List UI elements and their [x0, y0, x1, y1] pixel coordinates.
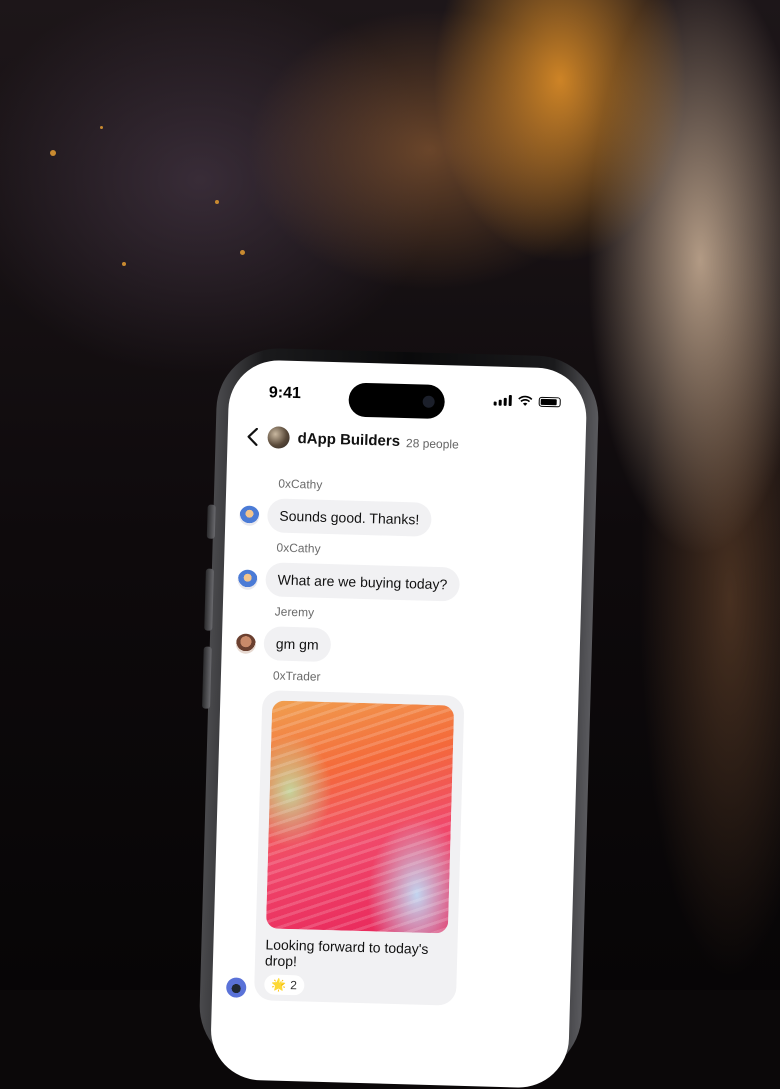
gold-fleck: [100, 126, 103, 129]
reaction-count: 2: [290, 978, 298, 993]
gold-fleck: [122, 262, 126, 266]
avatar[interactable]: [237, 569, 258, 590]
gold-fleck: [240, 250, 245, 255]
phone-frame: 9:41 dApp Builders 28 people 0xCathy Sou…: [198, 346, 600, 1089]
message-bubble[interactable]: Sounds good. Thanks!: [266, 498, 432, 537]
message-sender: 0xCathy: [276, 540, 321, 556]
message-bubble[interactable]: What are we buying today?: [265, 562, 460, 602]
mute-switch: [206, 504, 216, 539]
back-chevron-icon[interactable]: [241, 426, 264, 449]
dynamic-island: [348, 382, 446, 420]
message-caption: Looking forward to today's drop!: [264, 936, 429, 970]
gold-fleck: [215, 200, 219, 204]
chat-header: dApp Builders 28 people: [241, 426, 459, 454]
volume-up-button: [204, 568, 214, 631]
status-icons: [493, 394, 561, 408]
message-sender: Jeremy: [274, 604, 315, 620]
avatar[interactable]: [235, 633, 257, 654]
phone-screen: 9:41 dApp Builders 28 people 0xCathy Sou…: [209, 359, 588, 1089]
gold-fleck: [50, 150, 56, 156]
group-avatar[interactable]: [267, 426, 290, 449]
image-message[interactable]: Looking forward to today's drop! 🌟 2: [253, 690, 465, 1006]
signal-icon: [493, 394, 512, 407]
group-name[interactable]: dApp Builders: [297, 430, 400, 450]
message-sender: 0xTrader: [272, 668, 321, 684]
camera-icon: [422, 395, 435, 408]
avatar[interactable]: [239, 505, 260, 527]
message-sender: 0xCathy: [278, 476, 323, 492]
message-bubble[interactable]: gm gm: [263, 626, 332, 663]
status-time: 9:41: [268, 384, 302, 403]
battery-icon: [538, 396, 561, 407]
member-count: 28 people: [405, 435, 459, 452]
volume-down-button: [202, 646, 212, 709]
drop-image[interactable]: [265, 700, 455, 934]
avatar[interactable]: [225, 977, 247, 998]
reaction-chip[interactable]: 🌟 2: [264, 974, 305, 996]
wifi-icon: [518, 395, 533, 406]
